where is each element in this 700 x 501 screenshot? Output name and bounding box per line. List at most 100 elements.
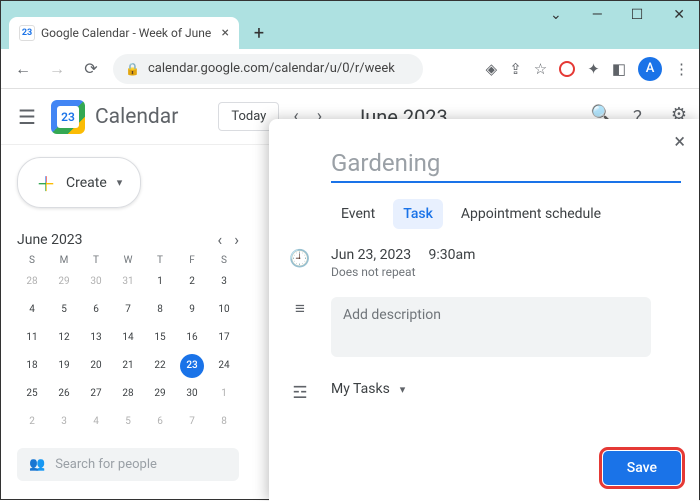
clock-icon: 🕘	[287, 247, 313, 269]
create-label: Create	[66, 175, 107, 191]
lock-icon: 🔒	[125, 62, 140, 76]
mini-day[interactable]: 30	[180, 382, 204, 406]
mini-day[interactable]: 30	[84, 270, 108, 294]
reload-button[interactable]: ⟳	[79, 57, 103, 81]
mini-day[interactable]: 26	[52, 382, 76, 406]
new-tab-button[interactable]: +	[245, 19, 273, 47]
browser-tab[interactable]: 23 Google Calendar - Week of June ×	[9, 17, 239, 49]
mini-day[interactable]: 22	[148, 354, 172, 378]
tab-title: Google Calendar - Week of June	[41, 26, 211, 40]
event-title-input[interactable]: Gardening	[331, 149, 681, 183]
window-dropdown-icon[interactable]: ⌄	[550, 7, 562, 23]
tab-event[interactable]: Event	[331, 199, 385, 229]
mini-day[interactable]: 3	[52, 410, 76, 434]
bookmark-icon[interactable]: ☆	[534, 60, 547, 78]
mini-day[interactable]: 16	[180, 326, 204, 350]
mini-next-button[interactable]: ›	[234, 230, 239, 249]
window-close-icon[interactable]: ✕	[673, 7, 685, 23]
description-icon: ≡	[287, 297, 313, 319]
tasklist-dropdown[interactable]: My Tasks ▾	[331, 381, 405, 397]
chevron-down-icon: ▾	[117, 176, 123, 189]
back-button[interactable]: ←	[11, 57, 35, 81]
tab-appointment[interactable]: Appointment schedule	[451, 199, 611, 229]
time-value: 9:30am	[428, 247, 475, 263]
mini-dow: F	[177, 255, 207, 266]
mini-day[interactable]: 8	[212, 410, 236, 434]
create-button[interactable]: ＋ Create ▾	[17, 157, 141, 208]
url-text: calendar.google.com/calendar/u/0/r/week	[148, 61, 395, 76]
mini-day[interactable]: 10	[212, 298, 236, 322]
mini-day[interactable]: 1	[212, 382, 236, 406]
window-maximize-icon[interactable]: ☐	[631, 7, 644, 23]
profile-avatar[interactable]: A	[638, 57, 662, 81]
mini-day[interactable]: 4	[20, 298, 44, 322]
mini-prev-button[interactable]: ‹	[217, 230, 222, 249]
mini-dow: S	[209, 255, 239, 266]
mini-day[interactable]: 15	[148, 326, 172, 350]
mini-day[interactable]: 3	[212, 270, 236, 294]
mini-day[interactable]: 29	[148, 382, 172, 406]
mini-day[interactable]: 14	[116, 326, 140, 350]
kebab-menu-icon[interactable]: ⋮	[674, 60, 689, 78]
chevron-down-icon: ▾	[400, 383, 406, 396]
tab-close-icon[interactable]: ×	[222, 25, 229, 41]
save-button[interactable]: Save	[603, 451, 681, 485]
mini-dow: W	[113, 255, 143, 266]
mini-dow: T	[81, 255, 111, 266]
mini-day[interactable]: 28	[20, 270, 44, 294]
panel-close-button[interactable]: ×	[674, 129, 685, 153]
record-icon[interactable]	[559, 61, 575, 77]
mini-day[interactable]: 12	[52, 326, 76, 350]
hamburger-icon[interactable]: ☰	[13, 105, 41, 129]
extension-icon[interactable]: ◈	[486, 60, 498, 78]
extensions-puzzle-icon[interactable]: ✦	[587, 60, 600, 78]
event-type-tabs: Event Task Appointment schedule	[331, 199, 679, 229]
mini-day[interactable]: 5	[52, 298, 76, 322]
mini-day[interactable]: 2	[20, 410, 44, 434]
mini-day[interactable]: 31	[116, 270, 140, 294]
mini-day[interactable]: 28	[116, 382, 140, 406]
sidebar: ＋ Create ▾ June 2023 ‹ › SMTWTFS28293031…	[1, 145, 251, 499]
mini-day[interactable]: 19	[52, 354, 76, 378]
mini-day[interactable]: 23	[180, 354, 204, 378]
date-value: Jun 23, 2023	[331, 247, 411, 263]
sidepanel-icon[interactable]: ◧	[612, 60, 626, 78]
mini-day[interactable]: 6	[84, 298, 108, 322]
tab-task[interactable]: Task	[393, 199, 443, 229]
share-icon[interactable]: ⇪	[509, 60, 522, 78]
mini-dow: T	[145, 255, 175, 266]
mini-day[interactable]: 29	[52, 270, 76, 294]
mini-day[interactable]: 25	[20, 382, 44, 406]
mini-day[interactable]: 5	[116, 410, 140, 434]
mini-dow: S	[17, 255, 47, 266]
mini-day[interactable]: 8	[148, 298, 172, 322]
mini-dow: M	[49, 255, 79, 266]
address-bar[interactable]: 🔒 calendar.google.com/calendar/u/0/r/wee…	[113, 54, 423, 84]
mini-day[interactable]: 27	[84, 382, 108, 406]
mini-day[interactable]: 20	[84, 354, 108, 378]
window-minimize-icon[interactable]: —	[592, 7, 601, 23]
tasklist-label: My Tasks	[331, 381, 390, 397]
search-people-input[interactable]: 👥 Search for people	[17, 448, 239, 481]
browser-toolbar: ← → ⟳ 🔒 calendar.google.com/calendar/u/0…	[1, 49, 699, 89]
mini-day[interactable]: 4	[84, 410, 108, 434]
mini-day[interactable]: 21	[116, 354, 140, 378]
mini-day[interactable]: 9	[180, 298, 204, 322]
mini-day[interactable]: 6	[148, 410, 172, 434]
mini-calendar: June 2023 ‹ › SMTWTFS2829303112345678910…	[17, 230, 239, 434]
forward-button: →	[45, 57, 69, 81]
brand-name: Calendar	[95, 105, 178, 129]
mini-day[interactable]: 2	[180, 270, 204, 294]
mini-day[interactable]: 1	[148, 270, 172, 294]
mini-day[interactable]: 7	[180, 410, 204, 434]
people-icon: 👥	[29, 457, 45, 472]
mini-day[interactable]: 7	[116, 298, 140, 322]
datetime-row[interactable]: Jun 23, 2023 9:30am Does not repeat	[331, 247, 475, 279]
list-icon: ☲	[287, 381, 313, 403]
mini-day[interactable]: 24	[212, 354, 236, 378]
description-input[interactable]: Add description	[331, 297, 651, 357]
mini-day[interactable]: 17	[212, 326, 236, 350]
mini-day[interactable]: 11	[20, 326, 44, 350]
mini-day[interactable]: 13	[84, 326, 108, 350]
mini-day[interactable]: 18	[20, 354, 44, 378]
